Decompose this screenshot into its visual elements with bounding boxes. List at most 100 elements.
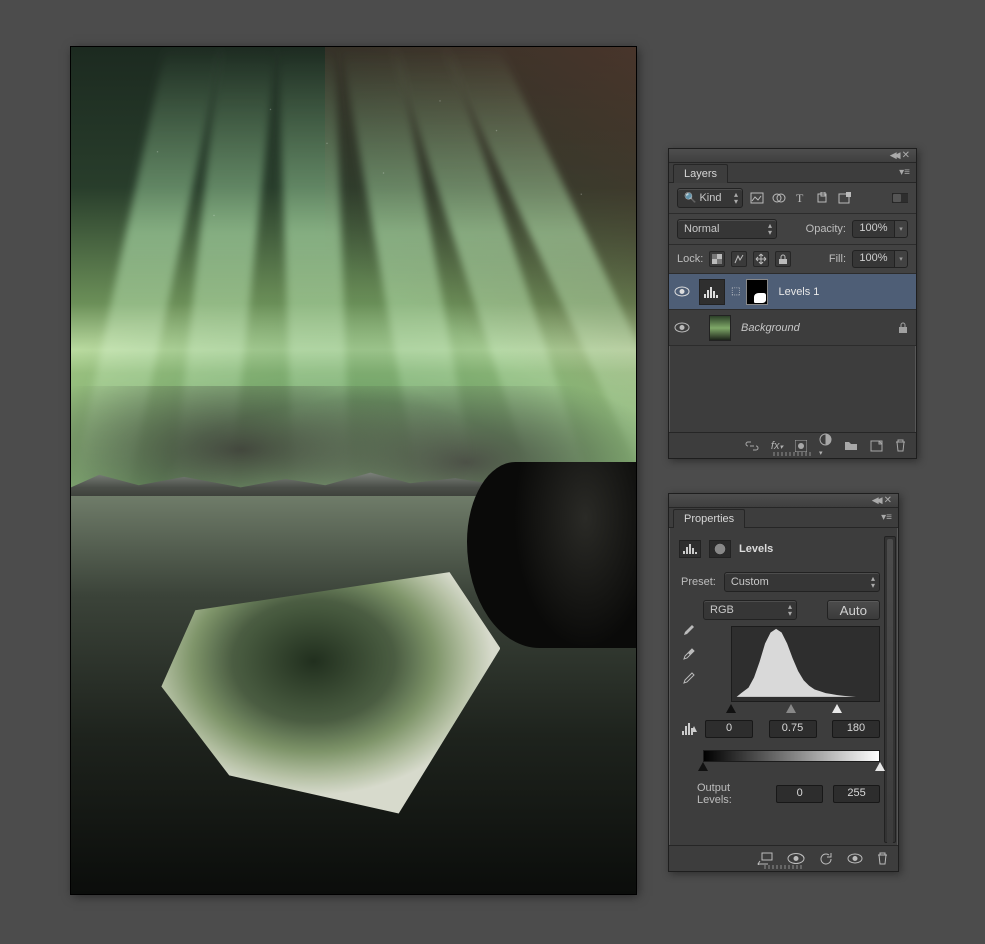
chevron-updown-icon: ▴▾ xyxy=(788,603,792,617)
layer-row[interactable]: ⬚ Levels 1 xyxy=(669,274,916,310)
properties-footer xyxy=(669,845,898,871)
filter-smartobject-icon[interactable] xyxy=(837,190,853,206)
close-icon[interactable]: ✕ xyxy=(900,150,912,161)
auto-label: Auto xyxy=(840,603,867,618)
collapse-icon[interactable]: ◀◀ xyxy=(872,495,882,506)
input-white-slider[interactable] xyxy=(832,704,842,713)
preset-label: Preset: xyxy=(681,576,716,588)
panel-menu-button[interactable]: ▾≡ xyxy=(875,508,898,527)
visibility-toggle[interactable] xyxy=(669,286,695,297)
adjustment-title: Levels xyxy=(739,543,773,555)
properties-panel: ◀◀ ✕ Properties ▾≡ Levels Preset: Custom… xyxy=(668,493,899,872)
output-black-slider[interactable] xyxy=(698,762,708,771)
layer-name[interactable]: Levels 1 xyxy=(768,286,819,298)
fx-icon[interactable]: fx▾ xyxy=(771,440,783,452)
trash-icon[interactable] xyxy=(877,852,888,865)
panel-titlebar[interactable]: ◀◀ ✕ xyxy=(669,494,898,508)
mask-icon[interactable] xyxy=(709,540,731,558)
filter-kind-dropdown[interactable]: 🔍 Kind ▴▾ xyxy=(677,188,743,208)
output-white-slider[interactable] xyxy=(875,762,885,771)
view-previous-icon[interactable] xyxy=(787,853,805,864)
histogram xyxy=(731,626,880,702)
layer-thumbnail[interactable] xyxy=(709,315,731,341)
panel-menu-button[interactable]: ▾≡ xyxy=(893,163,916,182)
eyedropper-gray-icon[interactable] xyxy=(681,648,697,664)
resize-grip[interactable] xyxy=(764,865,804,869)
document-canvas[interactable] xyxy=(71,47,636,894)
filter-kind-label: Kind xyxy=(699,192,721,204)
input-gamma-slider[interactable] xyxy=(786,704,796,713)
close-icon[interactable]: ✕ xyxy=(882,495,894,506)
visibility-toggle[interactable] xyxy=(669,322,695,333)
trash-icon[interactable] xyxy=(895,439,906,452)
filter-adjustment-icon[interactable] xyxy=(771,190,787,206)
resize-grip[interactable] xyxy=(773,452,813,456)
layers-footer: fx▾ ▾ xyxy=(669,432,916,458)
chevron-updown-icon: ▴▾ xyxy=(734,191,738,205)
auto-button[interactable]: Auto xyxy=(827,600,880,620)
fill-label: Fill: xyxy=(829,253,846,265)
levels-icon xyxy=(682,543,698,555)
fill-scrubber[interactable]: ▾ xyxy=(894,250,908,268)
output-slider-track[interactable] xyxy=(703,762,880,772)
layer-name[interactable]: Background xyxy=(731,322,800,334)
chevron-down-icon: ▾ xyxy=(899,255,903,263)
input-gamma-field[interactable]: 0.75 xyxy=(769,720,817,738)
filter-type-icon[interactable]: T xyxy=(793,190,809,206)
input-black-slider[interactable] xyxy=(726,704,736,713)
tab-label: Layers xyxy=(684,168,717,180)
adjustment-thumbnail[interactable] xyxy=(699,279,725,305)
eyedropper-black-icon[interactable] xyxy=(681,624,697,640)
fill-input[interactable]: 100% xyxy=(852,250,894,268)
clip-to-layer-icon[interactable] xyxy=(757,852,773,865)
search-icon: 🔍 xyxy=(684,193,696,204)
layer-list: ⬚ Levels 1 Background xyxy=(669,274,916,346)
eye-icon xyxy=(674,322,690,333)
input-black-field[interactable]: 0 xyxy=(705,720,753,738)
link-icon[interactable]: ⬚ xyxy=(729,286,742,297)
new-layer-icon[interactable] xyxy=(870,440,883,452)
add-mask-icon[interactable] xyxy=(795,440,807,452)
filter-pixel-icon[interactable] xyxy=(749,190,765,206)
input-slider-track[interactable] xyxy=(731,704,880,714)
blend-mode-dropdown[interactable]: Normal ▴▾ xyxy=(677,219,777,239)
tab-layers[interactable]: Layers xyxy=(673,164,728,183)
input-white-field[interactable]: 180 xyxy=(832,720,880,738)
svg-text:T: T xyxy=(796,192,804,204)
preset-value: Custom xyxy=(731,576,769,588)
layer-mask-thumbnail[interactable] xyxy=(746,279,768,305)
new-group-icon[interactable] xyxy=(844,440,858,451)
panel-titlebar[interactable]: ◀◀ ✕ xyxy=(669,149,916,163)
opacity-scrubber[interactable]: ▾ xyxy=(894,220,908,238)
filter-toggle-switch[interactable] xyxy=(892,190,908,206)
reset-icon[interactable] xyxy=(819,852,833,865)
lock-position-icon[interactable] xyxy=(753,251,769,267)
lock-all-icon[interactable] xyxy=(775,251,791,267)
eyedropper-white-icon[interactable] xyxy=(681,672,697,688)
new-adjustment-icon[interactable]: ▾ xyxy=(819,433,832,458)
lock-pixels-icon[interactable] xyxy=(731,251,747,267)
opacity-input[interactable]: 100% xyxy=(852,220,894,238)
output-white-field[interactable]: 255 xyxy=(833,785,880,803)
output-gradient xyxy=(703,750,880,762)
channel-dropdown[interactable]: RGB ▴▾ xyxy=(703,600,797,620)
clip-warning-icon[interactable] xyxy=(681,722,701,736)
chevron-down-icon: ▾ xyxy=(899,225,903,233)
lock-transparency-icon[interactable] xyxy=(709,251,725,267)
tab-properties[interactable]: Properties xyxy=(673,509,745,528)
toggle-visibility-icon[interactable] xyxy=(847,853,863,864)
layer-row[interactable]: Background xyxy=(669,310,916,346)
opacity-label: Opacity: xyxy=(806,223,846,235)
preset-dropdown[interactable]: Custom ▴▾ xyxy=(724,572,880,592)
lock-label: Lock: xyxy=(677,253,703,265)
adjustment-icon[interactable] xyxy=(679,540,701,558)
scrollbar[interactable] xyxy=(884,536,896,843)
lock-icon xyxy=(898,322,908,334)
blend-mode-value: Normal xyxy=(684,223,719,235)
collapse-icon[interactable]: ◀◀ xyxy=(890,150,900,161)
channel-value: RGB xyxy=(710,604,734,616)
output-black-field[interactable]: 0 xyxy=(776,785,823,803)
levels-icon xyxy=(703,285,721,299)
filter-shape-icon[interactable] xyxy=(815,190,831,206)
link-layers-icon[interactable] xyxy=(745,441,759,451)
